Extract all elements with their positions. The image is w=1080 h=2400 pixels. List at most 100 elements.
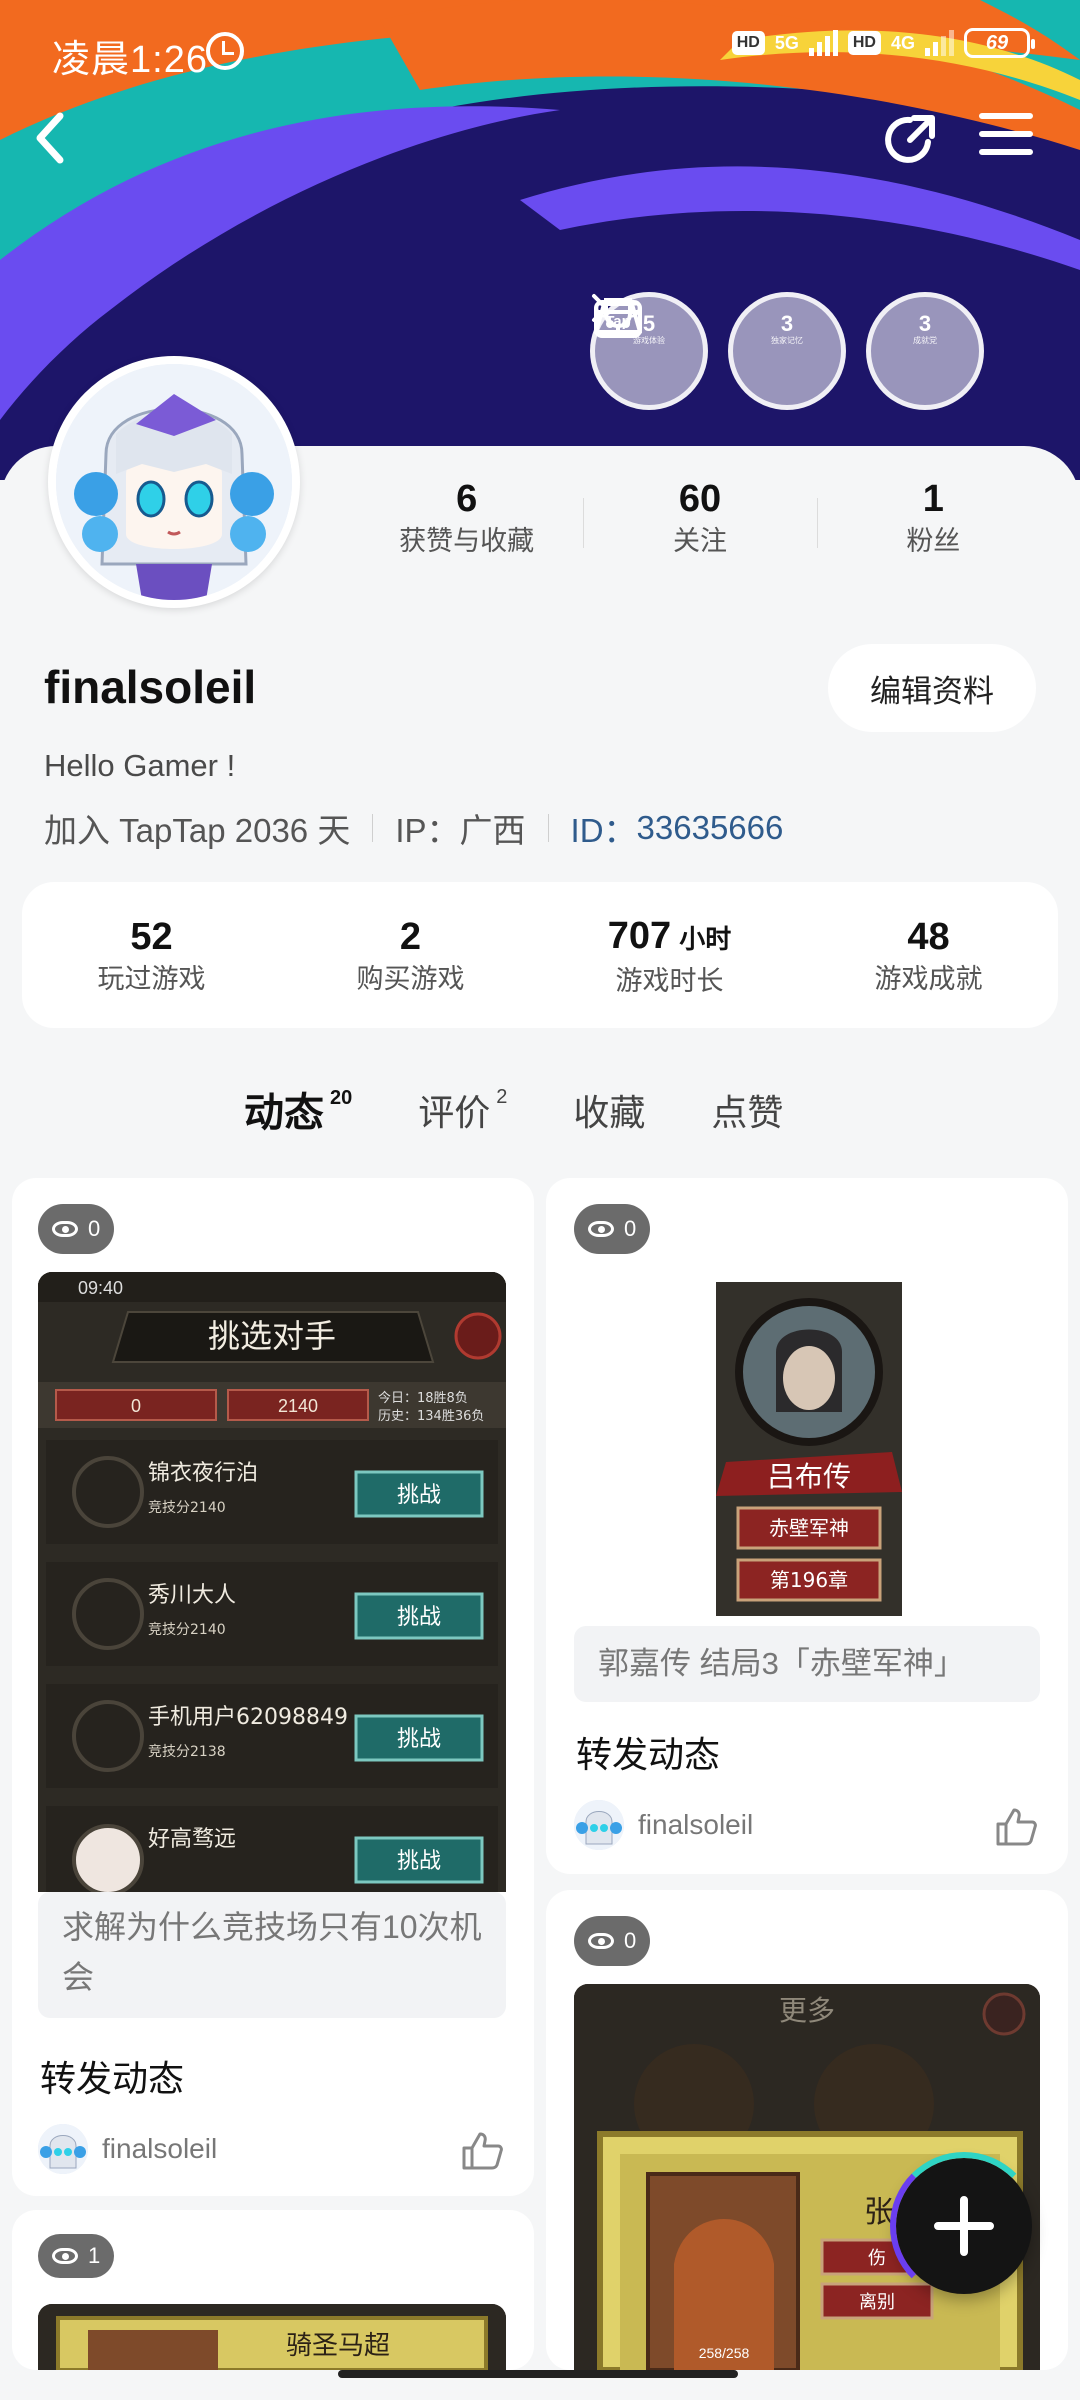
eye-icon — [588, 1221, 614, 1237]
badge-count: 3 — [780, 311, 794, 336]
tab-label: 点赞 — [711, 1092, 784, 1133]
stat-achievements[interactable]: 48 游戏成就 — [799, 913, 1058, 997]
back-button[interactable] — [30, 110, 100, 180]
view-count: 1 — [88, 2243, 101, 2268]
network-type-4g: 4G — [890, 33, 915, 53]
view-count-badge: 0 — [574, 1916, 651, 1966]
tab-favorites[interactable]: 收藏 — [573, 1088, 645, 1138]
story-screenshot: 吕布传 赤壁军神 第196章 — [716, 1282, 902, 1616]
achievement-badges[interactable]: 5 游戏体验 3 独家记忆 Tap 3 成就党 — [590, 292, 1044, 410]
view-count: 0 — [624, 1928, 637, 1953]
arena-screenshot: 09:40 挑选对手 0 2140 今日：18胜8负 历史：134胜36负 锦衣… — [38, 1272, 506, 1892]
feed-post-card[interactable]: 0 吕布传 赤壁军神 第196章 郭嘉传 结局3「赤壁军神」 转发动态 fina… — [546, 1178, 1068, 1874]
shot-today: 今日：18胜8负 — [378, 1390, 468, 1406]
badge-exclusive-memory[interactable]: 3 独家记忆 Tap — [594, 292, 846, 410]
shot-time: 09:40 — [78, 1278, 123, 1298]
share-button[interactable] — [880, 110, 950, 180]
battery-icon: 69 — [964, 28, 1035, 58]
count-value: 6 — [456, 478, 478, 520]
status-bar: 凌晨1:26 HD 5G HD 4G 69 — [0, 0, 1080, 100]
likes-and-favorites[interactable]: 6 获赞与收藏 — [350, 476, 583, 576]
badges-more-button[interactable] — [592, 294, 1044, 381]
thumbs-up-icon[interactable] — [460, 2130, 504, 2170]
feed-post-card[interactable]: 0 更多 258/258 张角 伤 离别 — [546, 1890, 1068, 2370]
tab-likes[interactable]: 点赞 — [711, 1088, 783, 1138]
create-post-button[interactable] — [890, 2152, 1038, 2300]
view-count-badge: 1 — [38, 2234, 115, 2278]
opponent-name: 秀川大人 — [148, 1583, 236, 1608]
shot-score-left: 0 — [131, 1396, 141, 1416]
opponent-score: 竞技分2140 — [148, 1499, 226, 1516]
post-screenshot[interactable]: 09:40 挑选对手 0 2140 今日：18胜8负 历史：134胜36负 锦衣… — [38, 1272, 506, 1892]
menu-button[interactable] — [978, 110, 1048, 180]
profile-meta: 加入 TapTap 2036 天 IP：广西 ID： 33635666 — [44, 804, 783, 852]
tab-label: 动态 — [244, 1091, 324, 1135]
challenge-label: 挑战 — [397, 1483, 441, 1508]
story-chapter: 第196章 — [770, 1568, 848, 1592]
shot-score-right: 2140 — [278, 1396, 318, 1416]
username: finalsoleil — [44, 661, 257, 713]
count-label: 关注 — [672, 526, 727, 556]
badge-achiever[interactable]: 3 成就党 — [595, 292, 984, 410]
story-ending: 赤壁军神 — [769, 1516, 849, 1540]
shot-title: 挑选对手 — [208, 1317, 336, 1355]
divider — [372, 814, 374, 842]
hd-icon: HD — [731, 31, 765, 55]
post-title: 转发动态 — [576, 1734, 721, 1775]
count-label: 粉丝 — [906, 526, 961, 556]
feed-post-card[interactable]: 0 09:40 挑选对手 0 2140 今日：18胜8负 历史：134胜36负 … — [12, 1178, 534, 2196]
stat-play-time[interactable]: 707 小时 游戏时长 — [540, 912, 799, 999]
stat-value: 707 — [607, 914, 672, 957]
tab-count: 20 — [330, 1087, 353, 1109]
view-count: 0 — [624, 1216, 637, 1241]
avatar-illustration — [56, 364, 292, 600]
home-indicator[interactable] — [338, 2370, 738, 2378]
stat-label: 游戏成就 — [874, 964, 983, 994]
stat-played-games[interactable]: 52 玩过游戏 — [22, 913, 281, 997]
stat-unit: 小时 — [679, 923, 732, 954]
tab-reviews[interactable]: 评价 2 — [418, 1072, 507, 1138]
hero-hp: 258/258 — [699, 2345, 750, 2361]
tab-label: 收藏 — [573, 1092, 646, 1133]
hero-option-1: 伤 — [868, 2248, 886, 2269]
divider — [547, 814, 549, 842]
opponent-row: 锦衣夜行泊 竞技分2140 挑战 — [46, 1440, 498, 1544]
feed-post-card[interactable]: 1 骑圣马超 — [12, 2210, 534, 2370]
following-count[interactable]: 60 关注 — [583, 476, 816, 576]
count-value: 1 — [922, 478, 944, 520]
followers-count[interactable]: 1 粉丝 — [816, 476, 1050, 576]
stat-value: 48 — [907, 916, 950, 958]
thumbs-up-icon[interactable] — [994, 1806, 1038, 1846]
post-screenshot[interactable]: 骑圣马超 — [38, 2304, 506, 2370]
signal-strength-icon — [808, 30, 838, 56]
post-author[interactable]: finalsoleil — [574, 1800, 753, 1850]
author-name: finalsoleil — [102, 2133, 218, 2164]
game-stats-card: 52 玩过游戏 2 购买游戏 707 小时 游戏时长 48 游戏成就 — [22, 882, 1058, 1028]
tab-activity[interactable]: 动态 20 — [244, 1073, 352, 1138]
challenge-label: 挑战 — [397, 1727, 441, 1752]
tab-count: 2 — [496, 1086, 508, 1108]
post-screenshot[interactable]: 吕布传 赤壁军神 第196章 — [716, 1282, 902, 1616]
share-icon — [885, 115, 935, 163]
challenge-label: 挑战 — [397, 1605, 441, 1630]
user-id-value[interactable]: 33635666 — [637, 809, 784, 847]
join-duration: 加入 TapTap 2036 天 — [44, 812, 351, 849]
user-avatar[interactable] — [48, 356, 300, 608]
story-name: 吕布传 — [767, 1460, 851, 1493]
stat-purchased-games[interactable]: 2 购买游戏 — [281, 913, 540, 997]
stat-label: 游戏时长 — [615, 965, 724, 996]
author-avatar — [574, 1800, 624, 1850]
eye-icon — [588, 1933, 614, 1949]
card-title: 骑圣马超 — [286, 2331, 390, 2361]
opponent-row: 手机用户62098849 竞技分2138 挑战 — [46, 1684, 498, 1788]
stat-value: 52 — [130, 916, 173, 958]
challenge-label: 挑战 — [397, 1849, 441, 1874]
badge-subtitle: 独家记忆 — [771, 336, 803, 345]
opponent-row: 好高骛远 挑战 — [46, 1806, 498, 1892]
signal-strength-icon-2 — [925, 30, 954, 56]
plus-icon — [934, 2196, 994, 2256]
opponent-score: 竞技分2138 — [148, 1743, 226, 1760]
post-author[interactable]: finalsoleil — [38, 2124, 217, 2174]
network-type-5g: 5G — [774, 33, 799, 53]
edit-profile-button[interactable]: 编辑资料 — [828, 644, 1036, 732]
